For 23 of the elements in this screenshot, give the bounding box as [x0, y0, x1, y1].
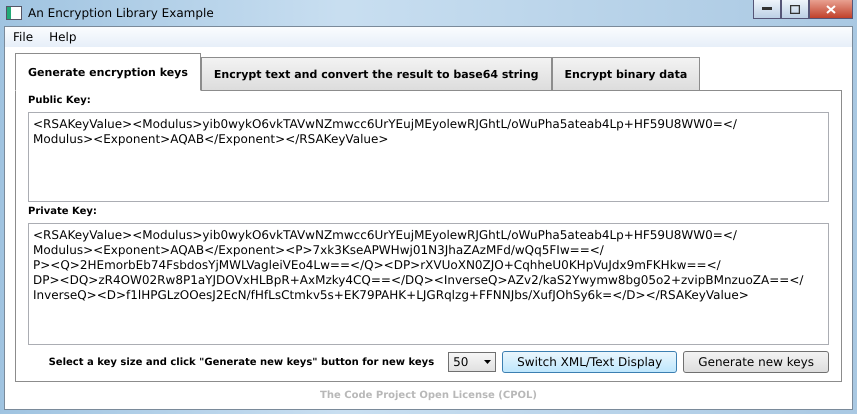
switch-display-button[interactable]: Switch XML/Text Display	[502, 351, 678, 373]
license-text: The Code Project Open License (CPOL)	[320, 390, 537, 401]
private-key-label: Private Key:	[28, 206, 98, 217]
close-icon	[826, 4, 836, 14]
window-title: An Encryption Library Example	[28, 6, 214, 20]
minimize-button[interactable]	[753, 0, 781, 19]
maximize-icon	[790, 4, 800, 14]
minimize-icon	[762, 7, 772, 11]
menu-item[interactable]: File	[7, 30, 40, 44]
key-size-hint: Select a key size and click "Generate new keys" button for new keys	[48, 356, 434, 368]
public-key-label: Public Key:	[28, 95, 92, 106]
close-button[interactable]	[809, 0, 853, 19]
private-key-field[interactable]: <RSAKeyValue><Modulus>yib0wykO6vkTAVwNZmwcc6UrYEujMEyolewRJGhtL/oWuPha5ateab4Lp+HF59U8WW0=</ Modulus><Exponent>AQAB</Exponent><P>7xk3KseAPWHwj01N3JhaZAzMFd/wQq5FIw==</ P><Q>2HEmorbEb74FsbdosYjMWLVagleiVEo4Lw==</Q><DP>rXVUoXN0ZJO+CqhheU0KHpVuJdx9mFKHkw==</ DP><DQ>zR4OW02Rw8P1aYJDOVxHLBpR+AxMzky4CQ==</DQ><InverseQ>AZv2/kaS2Ywymw8bg05o2+zvipBMnzuoZA==</ InverseQ><D>f1lHPGLzOOesJ2EcN/fHfLsCtmkv5s+EK79PAHK+LJGRqlzg+FFNNJbs/XufJOhSy6k=</D></RSAKeyValue>	[28, 223, 829, 345]
generate-keys-button[interactable]: Generate new keys	[683, 351, 829, 373]
maximize-button[interactable]	[781, 0, 809, 19]
tab[interactable]: Encrypt text and convert the result to base64 string	[200, 57, 552, 91]
menu-item[interactable]: Help	[43, 30, 82, 44]
app-icon	[6, 6, 22, 20]
caret-icon	[484, 360, 492, 364]
key-size-dropdown[interactable]: 50	[448, 352, 496, 372]
tab[interactable]: Encrypt binary data	[552, 57, 700, 91]
tab[interactable]: Generate encryption keys	[15, 53, 201, 91]
public-key-field[interactable]: <RSAKeyValue><Modulus>yib0wykO6vkTAVwNZmwcc6UrYEujMEyolewRJGhtL/oWuPha5ateab4Lp+HF59U8WW0=</ Modulus><Exponent>AQAB</Exponent></RSAKeyValue>	[28, 112, 829, 202]
